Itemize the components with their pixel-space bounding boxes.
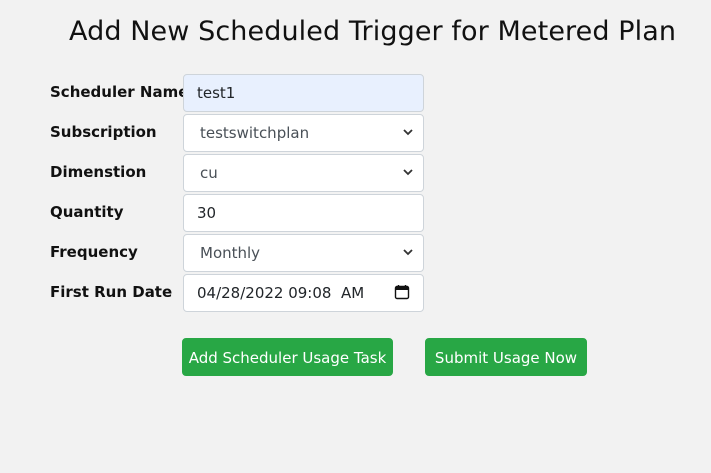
scheduler-name-value: test1	[197, 84, 236, 102]
dimension-value: cu	[200, 164, 218, 182]
dimension-row: Dimenstion cu	[0, 154, 711, 192]
chevron-down-icon	[403, 129, 413, 136]
submit-usage-now-button[interactable]: Submit Usage Now	[425, 338, 587, 376]
quantity-row: Quantity 30	[0, 194, 711, 232]
scheduler-name-label: Scheduler Name	[50, 83, 189, 101]
chevron-down-icon	[403, 169, 413, 176]
subscription-row: Subscription testswitchplan	[0, 114, 711, 152]
dimension-select[interactable]: cu	[183, 154, 424, 192]
frequency-label: Frequency	[50, 243, 138, 261]
quantity-label: Quantity	[50, 203, 124, 221]
first-run-date-value: 04/28/2022 09:08 AM	[197, 284, 365, 302]
add-scheduler-usage-task-button[interactable]: Add Scheduler Usage Task	[182, 338, 393, 376]
page-title: Add New Scheduled Trigger for Metered Pl…	[69, 16, 677, 47]
chevron-down-icon	[403, 249, 413, 256]
frequency-value: Monthly	[200, 244, 261, 262]
calendar-icon[interactable]	[394, 284, 410, 300]
quantity-value: 30	[197, 204, 217, 222]
subscription-label: Subscription	[50, 123, 157, 141]
dimension-label: Dimenstion	[50, 163, 147, 181]
scheduler-name-input[interactable]: test1	[183, 74, 424, 112]
subscription-value: testswitchplan	[200, 124, 310, 142]
scheduler-name-row: Scheduler Name test1	[0, 74, 711, 112]
quantity-input[interactable]: 30	[183, 194, 424, 232]
first-run-date-label: First Run Date	[50, 283, 173, 301]
subscription-select[interactable]: testswitchplan	[183, 114, 424, 152]
frequency-row: Frequency Monthly	[0, 234, 711, 272]
first-run-date-input[interactable]: 04/28/2022 09:08 AM	[183, 274, 424, 312]
frequency-select[interactable]: Monthly	[183, 234, 424, 272]
first-run-date-row: First Run Date 04/28/2022 09:08 AM	[0, 274, 711, 312]
